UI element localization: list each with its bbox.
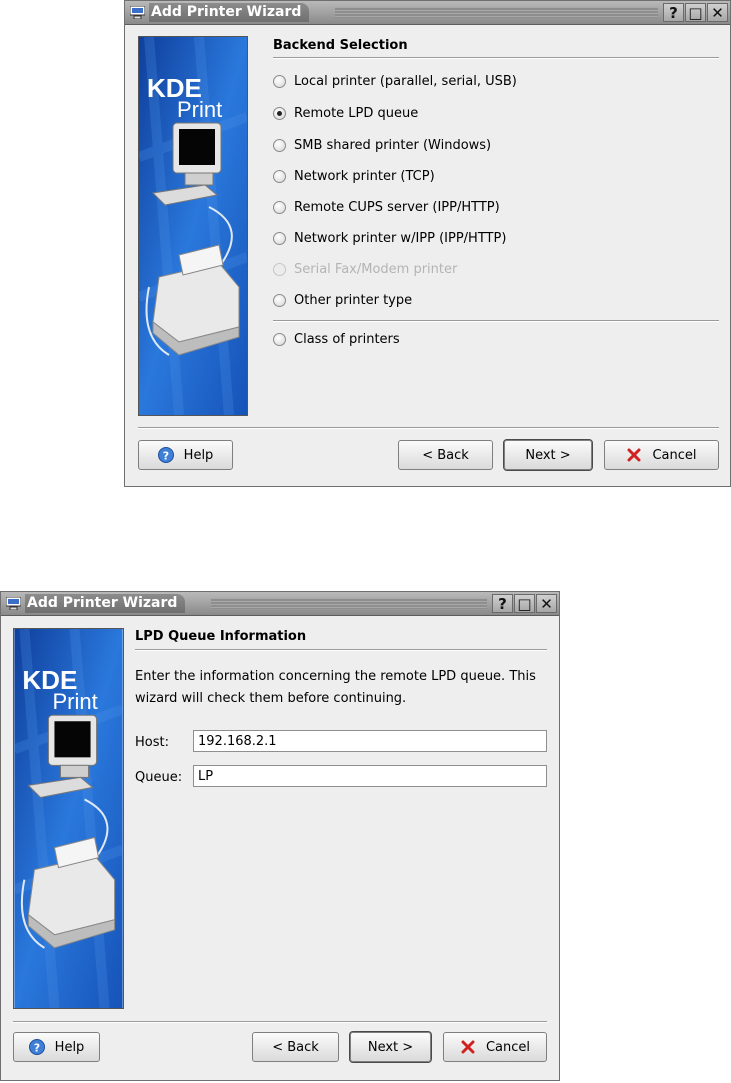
option-remote-cups-server[interactable]: Remote CUPS server (IPP/HTTP) [273, 196, 500, 218]
option-label: Other printer type [294, 292, 413, 308]
option-local-printer[interactable]: Local printer (parallel, serial, USB) [273, 70, 517, 92]
window-app-icon[interactable] [130, 6, 145, 19]
cancel-button-label: Cancel [485, 1039, 531, 1055]
radio-button-selected[interactable] [273, 106, 286, 120]
back-button[interactable]: < Back [252, 1032, 339, 1062]
title-bar[interactable]: Add Printer Wizard ? □ ✕ [1, 592, 559, 616]
banner-logo-sub: Print [52, 689, 97, 714]
svg-text:?: ? [162, 450, 168, 463]
host-input[interactable] [193, 730, 547, 752]
option-network-printer-ipp[interactable]: Network printer w/IPP (IPP/HTTP) [273, 227, 506, 249]
svg-text:?: ? [33, 1042, 39, 1055]
kde-print-banner: KDE Print [13, 628, 124, 1009]
option-label: Class of printers [294, 331, 400, 347]
help-button-label: Help [183, 447, 214, 463]
radio-button[interactable] [273, 138, 286, 152]
title-bar[interactable]: Add Printer Wizard ? □ ✕ [125, 1, 730, 25]
option-class-of-printers[interactable]: Class of printers [273, 328, 400, 350]
banner-artwork: KDE Print [14, 629, 123, 1008]
queue-input[interactable] [193, 765, 547, 787]
wizard-window-lpd: Add Printer Wizard ? □ ✕ KDE Print LPD Q… [0, 591, 560, 1081]
cancel-icon [626, 447, 642, 463]
back-button[interactable]: < Back [398, 440, 493, 470]
next-button-label: Next > [525, 447, 571, 463]
option-label: Serial Fax/Modem printer [294, 261, 458, 277]
cancel-button-label: Cancel [652, 447, 697, 463]
option-serial-fax-modem: Serial Fax/Modem printer [273, 258, 457, 280]
radio-button[interactable] [273, 231, 286, 245]
options-divider [273, 320, 719, 322]
next-button-label: Next > [367, 1039, 414, 1055]
radio-button[interactable] [273, 200, 286, 214]
close-button[interactable]: ✕ [707, 3, 728, 22]
window-title: Add Printer Wizard [25, 594, 186, 613]
kde-print-banner: KDE Print [138, 36, 248, 416]
window-title: Add Printer Wizard [149, 3, 310, 22]
next-button[interactable]: Next > [350, 1032, 431, 1062]
radio-button[interactable] [273, 293, 286, 307]
description-text: Enter the information concerning the rem… [135, 669, 536, 706]
radio-button[interactable] [273, 169, 286, 183]
option-label: SMB shared printer (Windows) [294, 137, 492, 153]
help-button[interactable]: ? Help [138, 440, 233, 470]
help-icon: ? [28, 1039, 45, 1055]
option-smb-shared-printer[interactable]: SMB shared printer (Windows) [273, 134, 491, 156]
option-network-printer-tcp[interactable]: Network printer (TCP) [273, 165, 435, 187]
back-button-label: < Back [272, 1039, 319, 1055]
maximize-button[interactable]: □ [685, 3, 706, 22]
option-label: Network printer (TCP) [294, 168, 435, 184]
close-button[interactable]: ✕ [536, 594, 557, 613]
option-other-printer-type[interactable]: Other printer type [273, 289, 412, 311]
help-icon: ? [157, 447, 174, 463]
button-bar-divider [13, 1021, 547, 1023]
cancel-button[interactable]: Cancel [604, 440, 719, 470]
host-label: Host: [135, 735, 169, 750]
radio-button[interactable] [273, 332, 286, 346]
wizard-window-backend: Add Printer Wizard ? □ ✕ KDE Print Backe… [124, 0, 731, 487]
cancel-button[interactable]: Cancel [443, 1032, 547, 1062]
option-label: Local printer (parallel, serial, USB) [294, 73, 517, 89]
next-button[interactable]: Next > [504, 440, 592, 470]
banner-artwork: KDE Print [139, 37, 247, 415]
option-label: Network printer w/IPP (IPP/HTTP) [294, 230, 507, 246]
help-button[interactable]: ? Help [13, 1032, 100, 1062]
window-app-icon[interactable] [6, 597, 21, 610]
maximize-button[interactable]: □ [514, 594, 535, 613]
section-title: Backend Selection [273, 38, 408, 53]
option-remote-lpd-queue[interactable]: Remote LPD queue [273, 102, 418, 124]
radio-button-disabled [273, 262, 286, 276]
back-button-label: < Back [422, 447, 469, 463]
queue-label: Queue: [135, 770, 183, 785]
help-button-label: Help [54, 1039, 85, 1055]
section-title: LPD Queue Information [135, 629, 307, 644]
context-help-button[interactable]: ? [492, 594, 513, 613]
title-drag-area[interactable] [211, 598, 487, 609]
section-divider [135, 649, 547, 651]
banner-logo-sub: Print [177, 97, 222, 122]
option-label: Remote CUPS server (IPP/HTTP) [294, 199, 500, 215]
context-help-button[interactable]: ? [663, 3, 684, 22]
title-drag-area[interactable] [335, 7, 658, 18]
cancel-icon [460, 1039, 476, 1055]
radio-button[interactable] [273, 74, 286, 88]
button-bar-divider [138, 427, 719, 429]
option-label: Remote LPD queue [294, 105, 419, 121]
section-divider [273, 57, 719, 59]
